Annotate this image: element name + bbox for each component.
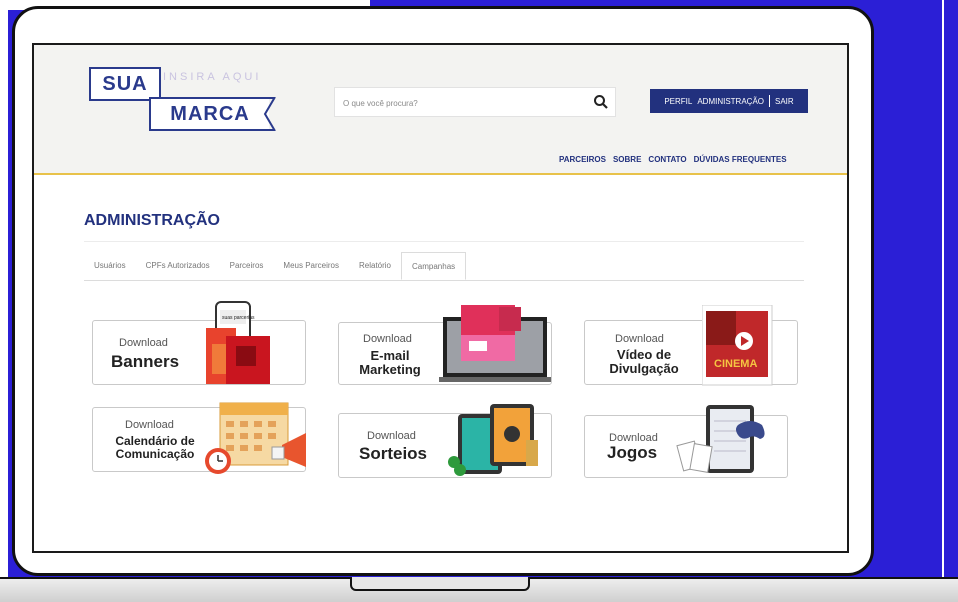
video-illustration: CINEMA bbox=[702, 305, 773, 386]
menu-separator bbox=[769, 95, 770, 107]
card-title-line: Marketing bbox=[359, 362, 421, 378]
card-download-label: Download bbox=[363, 333, 412, 345]
nav-link-duvidas[interactable]: DÚVIDAS FREQUENTES bbox=[694, 155, 787, 164]
calendar-illustration bbox=[205, 402, 306, 474]
card-title-line: Divulgação bbox=[609, 361, 679, 377]
logo-text-bottom: MARCA bbox=[149, 97, 269, 131]
tab-usuarios[interactable]: Usuários bbox=[84, 252, 136, 280]
brand-logo[interactable]: SUA INSIRA AQUI MARCA bbox=[89, 67, 279, 133]
admin-tabs: Usuários CPFs Autorizados Parceiros Meus… bbox=[84, 252, 804, 281]
logo-tagline: INSIRA AQUI bbox=[163, 71, 262, 83]
page-title: ADMINISTRAÇÃO bbox=[84, 212, 220, 229]
card-download-label: Download bbox=[119, 337, 168, 349]
logout-link[interactable]: SAIR bbox=[775, 97, 794, 106]
laptop-notch bbox=[350, 577, 530, 591]
card-title: Sorteios bbox=[359, 444, 428, 464]
card-title-line: Comunicação bbox=[115, 447, 195, 462]
card-title-line: E-mail bbox=[370, 348, 410, 363]
search-input[interactable] bbox=[341, 88, 585, 118]
video-poster-text: CINEMA bbox=[714, 358, 757, 370]
nav-link-sobre[interactable]: SOBRE bbox=[613, 155, 641, 164]
user-menu-bar: PERFIL ADMINISTRAÇÃO SAIR bbox=[650, 89, 808, 113]
card-title-line: Calendário de bbox=[115, 434, 195, 448]
email-marketing-illustration bbox=[439, 305, 551, 382]
title-divider bbox=[84, 241, 804, 242]
logo-text-top: SUA bbox=[89, 67, 161, 101]
card-title-line: Banners bbox=[111, 352, 180, 371]
site-header: SUA INSIRA AQUI MARCA PERFIL ADMINISTRAÇ… bbox=[34, 45, 847, 175]
card-download-label: Download bbox=[125, 419, 174, 431]
background-frame-edge-left bbox=[0, 0, 8, 590]
card-title-line: Jogos bbox=[607, 443, 658, 462]
sorteios-illustration bbox=[448, 404, 538, 476]
search-box bbox=[334, 87, 616, 118]
card-title-line: Sorteios bbox=[359, 444, 428, 463]
card-download-label: Download bbox=[367, 430, 416, 442]
card-title: E-mail Marketing bbox=[355, 348, 425, 378]
phone-screen-text: suas parcerias bbox=[222, 315, 255, 321]
tab-relatorio[interactable]: Relatório bbox=[349, 252, 401, 280]
search-icon[interactable] bbox=[593, 94, 609, 110]
card-title: Vídeo de Divulgação bbox=[607, 347, 681, 377]
admin-link[interactable]: ADMINISTRAÇÃO bbox=[697, 97, 764, 106]
profile-link[interactable]: PERFIL bbox=[664, 97, 692, 106]
logo-chevron-shape bbox=[261, 97, 276, 131]
tab-campanhas[interactable]: Campanhas bbox=[401, 252, 467, 280]
card-title: Banners bbox=[111, 352, 180, 372]
card-title-line: Vídeo de bbox=[616, 347, 672, 362]
tab-parceiros[interactable]: Parceiros bbox=[220, 252, 274, 280]
card-download-label: Download bbox=[615, 333, 664, 345]
browser-screen: SUA INSIRA AQUI MARCA PERFIL ADMINISTRAÇ… bbox=[32, 43, 849, 553]
card-title: Calendário de Comunicação bbox=[107, 434, 203, 462]
jogos-illustration bbox=[676, 405, 765, 473]
tab-cpfs-autorizados[interactable]: CPFs Autorizados bbox=[136, 252, 220, 280]
banners-illustration: suas parcerias bbox=[206, 301, 270, 384]
nav-link-parceiros[interactable]: PARCEIROS bbox=[559, 155, 606, 164]
top-navigation: PARCEIROS SOBRE CONTATO DÚVIDAS FREQUENT… bbox=[559, 155, 787, 164]
card-title: Jogos bbox=[607, 443, 658, 463]
background-divider-line bbox=[942, 0, 944, 600]
tab-meus-parceiros[interactable]: Meus Parceiros bbox=[273, 252, 349, 280]
nav-link-contato[interactable]: CONTATO bbox=[648, 155, 686, 164]
